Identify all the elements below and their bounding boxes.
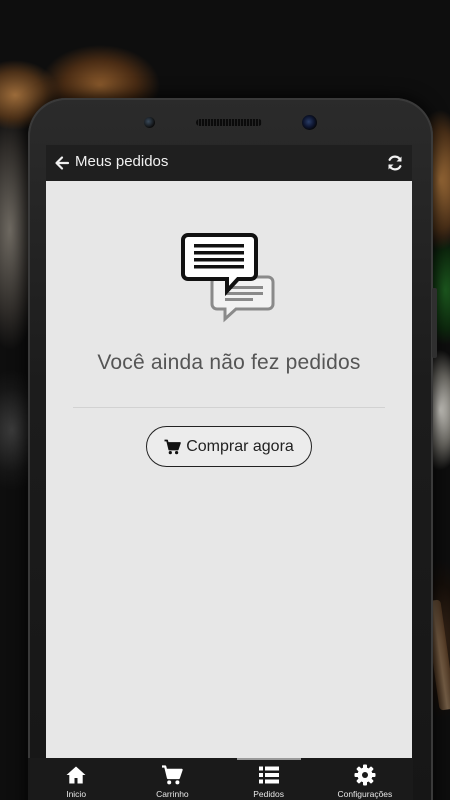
nav-item-inicio[interactable]: Inicio [28,758,124,800]
chat-messages-icon [181,233,275,323]
app-bar: Meus pedidos [46,145,412,181]
buy-now-button[interactable]: Comprar agora [146,426,312,467]
buy-now-label: Comprar agora [186,437,294,455]
front-sensor [144,117,155,128]
divider [73,407,385,408]
nav-item-carrinho[interactable]: Carrinho [124,758,220,800]
home-icon [66,766,86,784]
front-camera [302,115,317,130]
nav-item-configuracoes[interactable]: Configurações [317,758,413,800]
page-title: Meus pedidos [75,153,169,170]
nav-item-pedidos[interactable]: Pedidos [221,758,317,800]
nav-label: Inicio [66,789,87,799]
phone-side-button [432,288,437,358]
shopping-cart-icon [164,439,181,454]
arrow-left-icon[interactable] [54,154,70,172]
nav-label: Configurações [337,789,393,799]
nav-label: Pedidos [253,789,284,799]
list-icon [258,766,279,784]
earpiece-speaker [196,119,262,126]
empty-orders-message: Você ainda não fez pedidos [97,351,361,374]
shopping-cart-icon [162,765,184,785]
bottom-navigation: Inicio Carrinho Pedidos Configurações [28,758,413,800]
gear-icon [354,764,376,786]
nav-label: Carrinho [156,789,189,799]
phone-screen: Meus pedidos Você ainda não fez pedidos [46,145,412,758]
refresh-icon[interactable] [386,154,404,172]
orders-content: Você ainda não fez pedidos Comprar agora [46,181,412,758]
